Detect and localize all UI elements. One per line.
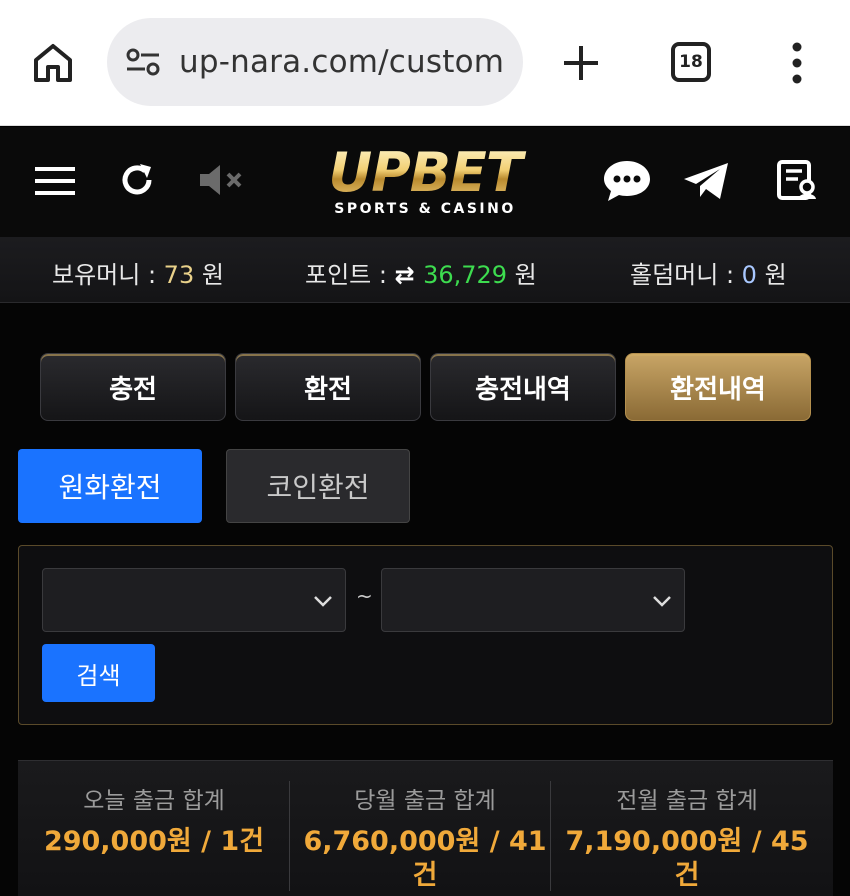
- site-settings-icon[interactable]: [125, 47, 161, 77]
- month-withdraw-total: 당월 출금 합계 6,760,000원 / 41건: [303, 788, 547, 891]
- last-month-withdraw-total: 전월 출금 합계 7,190,000원 / 45건: [565, 788, 809, 891]
- points: 포인트 : ⇄ 36,729 원: [305, 261, 537, 289]
- divider: [289, 781, 290, 891]
- address-bar[interactable]: up-nara.com/custom: [107, 18, 523, 106]
- chevron-down-icon: [314, 596, 332, 607]
- balance-bar: 보유머니 : 73 원 포인트 : ⇄ 36,729 원 홀덤머니 : 0 원: [0, 237, 850, 303]
- logo-subtitle: SPORTS & CASINO: [334, 201, 516, 217]
- main-content: 충전 환전 충전내역 환전내역 원화환전 코인환전 ~ 검색 오늘 출금 합계 …: [0, 303, 850, 896]
- more-menu-icon[interactable]: [788, 40, 806, 86]
- subtab-coin-withdraw[interactable]: 코인환전: [226, 449, 410, 523]
- chat-icon[interactable]: [602, 159, 652, 203]
- point-convert-icon[interactable]: ⇄: [395, 261, 423, 289]
- holding-money-value: 73: [163, 261, 195, 289]
- site-header: UPBET SPORTS & CASINO: [0, 127, 850, 237]
- start-date-select[interactable]: [42, 568, 346, 632]
- today-withdraw-total: 오늘 출금 합계 290,000원 / 1건: [43, 788, 265, 857]
- tab-withdraw[interactable]: 환전: [235, 353, 421, 421]
- hamburger-menu-icon[interactable]: [35, 165, 75, 197]
- logo-wordmark: UPBET: [300, 143, 550, 203]
- holdem-money: 홀덤머니 : 0 원: [630, 261, 787, 289]
- end-date-select[interactable]: [381, 568, 685, 632]
- refresh-icon[interactable]: [118, 161, 156, 199]
- upbet-logo[interactable]: UPBET SPORTS & CASINO: [300, 143, 550, 223]
- home-icon[interactable]: [30, 40, 76, 86]
- holding-money: 보유머니 : 73 원: [52, 261, 224, 289]
- notice-board-icon[interactable]: [776, 159, 818, 201]
- tab-deposit-history[interactable]: 충전내역: [430, 353, 616, 421]
- withdraw-summary: 오늘 출금 합계 290,000원 / 1건 당월 출금 합계 6,760,00…: [18, 760, 833, 896]
- holdem-money-value: 0: [741, 261, 757, 289]
- chevron-down-icon: [653, 596, 671, 607]
- telegram-icon[interactable]: [682, 161, 730, 201]
- date-range-separator: ~: [356, 584, 373, 608]
- subtab-krw-withdraw[interactable]: 원화환전: [18, 449, 202, 523]
- tab-deposit[interactable]: 충전: [40, 353, 226, 421]
- url-text: up-nara.com/custom: [179, 44, 505, 80]
- sound-muted-icon[interactable]: [198, 163, 246, 197]
- points-value: 36,729: [423, 261, 508, 289]
- date-search-panel: ~ 검색: [18, 545, 833, 725]
- search-button[interactable]: 검색: [42, 644, 155, 702]
- tab-withdraw-history[interactable]: 환전내역: [625, 353, 811, 421]
- browser-toolbar: up-nara.com/custom 18: [0, 0, 850, 126]
- divider: [550, 781, 551, 891]
- tab-switcher-button[interactable]: 18: [671, 42, 711, 82]
- new-tab-icon[interactable]: [560, 42, 602, 84]
